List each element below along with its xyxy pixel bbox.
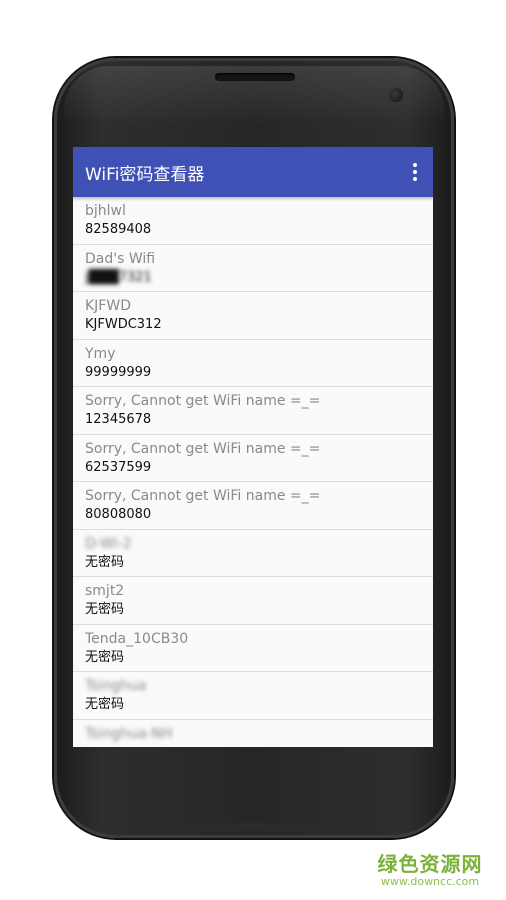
wifi-list-item[interactable]: bjhlwl 82589408 <box>73 197 433 245</box>
wifi-password: 12345678 <box>85 412 152 427</box>
wifi-list-item[interactable]: smjt2 无密码 <box>73 577 433 625</box>
watermark: 绿色资源网 www.downcc.com <box>370 848 490 888</box>
more-vert-icon[interactable] <box>407 158 423 186</box>
stage: WiFi密码查看器 bjhlwl 82589408 Dad's Wifi j███73… <box>0 0 506 900</box>
wifi-password: 无密码 <box>85 697 125 712</box>
wifi-ssid: Dad's Wifi <box>85 250 156 267</box>
wifi-list-item[interactable]: Dad's Wifi j███7321 <box>73 244 433 292</box>
wifi-password <box>85 743 421 748</box>
app-bar: WiFi密码查看器 <box>73 147 433 197</box>
wifi-password: KJFWDC312 <box>85 317 162 332</box>
wifi-password: 无密码 <box>85 602 125 617</box>
wifi-ssid: Tenda_10CB30 <box>85 630 189 647</box>
phone-screen: WiFi密码查看器 bjhlwl 82589408 Dad's Wifi j███73… <box>73 147 433 747</box>
bottom-speaker <box>154 823 354 831</box>
wifi-ssid: Sorry, Cannot get WiFi name =_= <box>85 440 321 457</box>
wifi-password: 82589408 <box>85 222 152 237</box>
wifi-password: 99999999 <box>85 364 152 380</box>
wifi-password: 62537599 <box>85 459 152 475</box>
wifi-password: j███7321 <box>85 269 152 285</box>
app-title: WiFi密码查看器 <box>85 164 205 185</box>
wifi-ssid: Sorry, Cannot get WiFi name =_= <box>85 393 321 409</box>
wifi-list-item[interactable]: Tsinghua-NH <box>73 719 433 748</box>
wifi-list-item[interactable]: Sorry, Cannot get WiFi name =_= 12345678 <box>73 387 433 435</box>
wifi-ssid: D-Wi-2 <box>85 535 132 552</box>
watermark-logo-text: 绿色资源网 <box>377 852 483 876</box>
wifi-list-item[interactable]: Tsinghua 无密码 <box>73 672 433 720</box>
front-camera-icon <box>389 88 403 102</box>
watermark-url: www.downcc.com <box>380 875 480 888</box>
wifi-list-item[interactable]: Tenda_10CB30 无密码 <box>73 624 433 672</box>
wifi-ssid: Ymy <box>85 345 116 362</box>
wifi-list-item[interactable]: KJFWD KJFWDC312 <box>73 292 433 340</box>
wifi-ssid: smjt2 <box>85 583 125 599</box>
wifi-ssid: Tsinghua-NH <box>85 725 173 742</box>
wifi-list-item[interactable]: Ymy 99999999 <box>73 339 433 387</box>
wifi-ssid: KJFWD <box>85 298 131 314</box>
wifi-ssid: Sorry, Cannot get WiFi name =_= <box>85 488 321 504</box>
wifi-password: 无密码 <box>85 554 125 570</box>
wifi-password: 80808080 <box>85 507 152 522</box>
wifi-list: bjhlwl 82589408 Dad's Wifi j███7321 KJFWD KJF… <box>73 197 433 747</box>
wifi-ssid: bjhlwl <box>85 203 126 219</box>
wifi-list-item[interactable]: Sorry, Cannot get WiFi name =_= 80808080 <box>73 482 433 530</box>
wifi-list-item[interactable]: D-Wi-2 无密码 <box>73 529 433 577</box>
wifi-ssid: Tsinghua <box>85 678 147 694</box>
wifi-password: 无密码 <box>85 649 125 665</box>
wifi-list-item[interactable]: Sorry, Cannot get WiFi name =_= 62537599 <box>73 434 433 482</box>
earpiece-speaker <box>215 73 295 81</box>
